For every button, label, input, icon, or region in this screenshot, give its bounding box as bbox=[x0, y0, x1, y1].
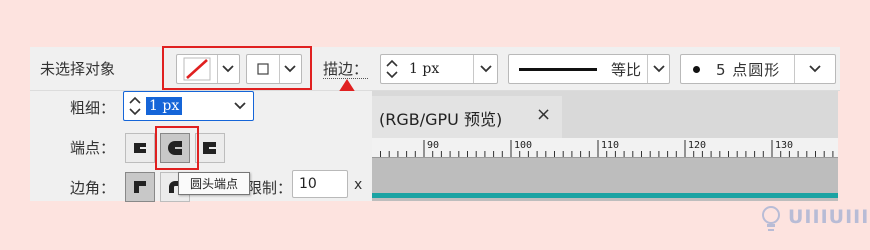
spinner-arrows-icon[interactable] bbox=[124, 92, 146, 120]
profile-line-preview bbox=[519, 67, 597, 71]
limit-input[interactable]: 10 bbox=[292, 170, 348, 198]
limit-unit: x bbox=[354, 177, 363, 193]
corner-label: 边角： bbox=[70, 179, 116, 197]
width-profile-select[interactable]: 等比 bbox=[508, 54, 670, 84]
chevron-down-icon[interactable] bbox=[474, 55, 497, 83]
selection-label: 未选择对象 bbox=[40, 60, 116, 78]
cap-label: 端点： bbox=[70, 139, 116, 157]
horizontal-ruler[interactable]: 90 100 110 120 130 bbox=[372, 138, 838, 158]
stroke-weight-field[interactable]: 1 px bbox=[380, 54, 498, 84]
ruler-label: 120 bbox=[688, 140, 707, 151]
chevron-down-icon[interactable] bbox=[226, 92, 253, 120]
weight-value[interactable]: 1 px bbox=[146, 97, 183, 115]
close-icon[interactable]: × bbox=[536, 104, 551, 125]
butt-cap-icon bbox=[134, 143, 146, 153]
spinner-arrows-icon[interactable] bbox=[381, 55, 403, 83]
chevron-down-icon[interactable] bbox=[648, 55, 669, 83]
miter-join-button[interactable] bbox=[125, 172, 155, 202]
canvas-edge bbox=[372, 193, 838, 198]
stroke-weight-value[interactable]: 1 px bbox=[403, 55, 473, 83]
ruler-label: 130 bbox=[775, 140, 794, 151]
tooltip: 圆头端点 bbox=[178, 172, 250, 195]
document-tab[interactable]: (RGB/GPU 预览) × bbox=[372, 96, 562, 138]
ruler-label: 100 bbox=[514, 140, 533, 151]
watermark-text: UIIIUIII bbox=[788, 206, 870, 228]
butt-cap-button[interactable] bbox=[125, 133, 155, 163]
stroke-label[interactable]: 描边： bbox=[323, 60, 369, 79]
miter-join-icon bbox=[134, 181, 146, 193]
weight-label: 粗细： bbox=[70, 99, 116, 117]
document-tab-title[interactable]: (RGB/GPU 预览) bbox=[379, 106, 502, 130]
round-cap-highlight-box bbox=[155, 126, 199, 170]
brush-definition-select[interactable]: 5 点圆形 bbox=[680, 54, 836, 84]
chevron-down-icon[interactable] bbox=[795, 55, 835, 83]
projecting-cap-button[interactable] bbox=[195, 133, 225, 163]
ruler-label: 90 bbox=[427, 140, 440, 151]
limit-label: 限制： bbox=[247, 179, 293, 197]
profile-label: 等比 bbox=[611, 60, 642, 79]
brush-dot-icon bbox=[693, 65, 700, 73]
brush-label: 5 点圆形 bbox=[716, 60, 781, 79]
projecting-cap-icon bbox=[203, 142, 216, 154]
lightbulb-logo-icon bbox=[760, 205, 782, 235]
ruler-label: 110 bbox=[601, 140, 620, 151]
swatch-highlight-box bbox=[162, 46, 312, 90]
weight-field[interactable]: 1 px bbox=[123, 91, 254, 121]
